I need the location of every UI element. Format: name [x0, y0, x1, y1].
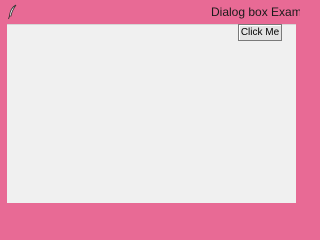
app-window: Dialog box Examp Click Me	[0, 0, 300, 210]
feather-icon[interactable]	[6, 4, 20, 20]
window-title: Dialog box Examp	[211, 5, 300, 19]
title-bar[interactable]: Dialog box Examp	[0, 0, 300, 24]
client-area	[7, 24, 296, 203]
click-me-button[interactable]: Click Me	[238, 24, 282, 41]
